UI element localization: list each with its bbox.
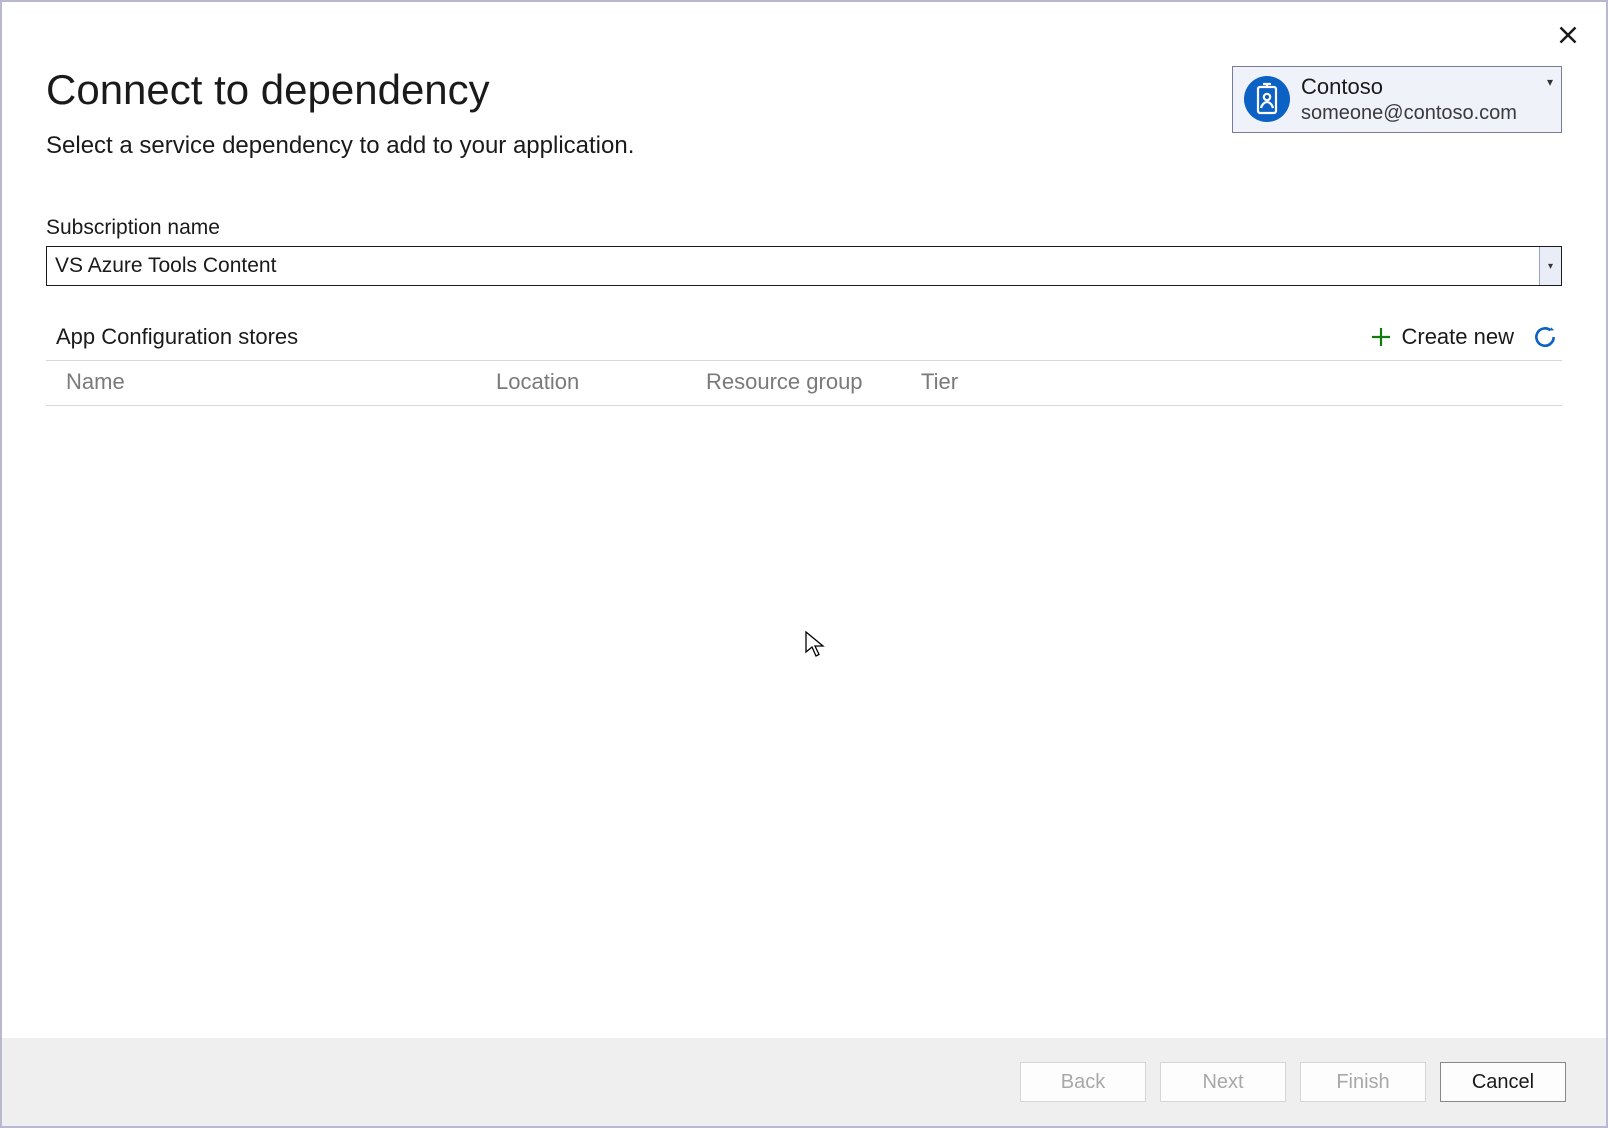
- dialog-footer: Back Next Finish Cancel: [2, 1038, 1606, 1126]
- refresh-button[interactable]: [1532, 324, 1558, 350]
- column-tier: Tier: [921, 369, 1562, 395]
- chevron-down-icon: ▾: [1547, 73, 1553, 89]
- column-location: Location: [496, 369, 706, 395]
- back-button[interactable]: Back: [1020, 1062, 1146, 1102]
- connect-dependency-dialog: Connect to dependency Select a service d…: [0, 0, 1608, 1128]
- stores-label: App Configuration stores: [56, 324, 298, 350]
- finish-button[interactable]: Finish: [1300, 1062, 1426, 1102]
- next-button[interactable]: Next: [1160, 1062, 1286, 1102]
- subscription-dropdown[interactable]: VS Azure Tools Content ▾: [46, 246, 1562, 286]
- create-new-button[interactable]: Create new: [1369, 324, 1514, 350]
- account-email: someone@contoso.com: [1301, 101, 1517, 126]
- dialog-content: Connect to dependency Select a service d…: [2, 2, 1606, 1038]
- account-name: Contoso: [1301, 73, 1517, 101]
- dialog-subtitle: Select a service dependency to add to yo…: [46, 132, 1232, 160]
- stores-table-header: Name Location Resource group Tier: [46, 361, 1562, 406]
- column-name: Name: [66, 369, 496, 395]
- organization-icon: [1243, 75, 1291, 123]
- subscription-label: Subscription name: [46, 216, 1562, 240]
- chevron-down-icon: ▾: [1539, 247, 1561, 285]
- subscription-value: VS Azure Tools Content: [47, 247, 1539, 285]
- account-selector[interactable]: Contoso someone@contoso.com ▾: [1232, 66, 1562, 133]
- dialog-title: Connect to dependency: [46, 66, 1232, 114]
- plus-icon: [1369, 325, 1393, 349]
- create-new-label: Create new: [1401, 324, 1514, 350]
- cancel-button[interactable]: Cancel: [1440, 1062, 1566, 1102]
- column-resource-group: Resource group: [706, 369, 921, 395]
- cursor-icon: [804, 630, 828, 665]
